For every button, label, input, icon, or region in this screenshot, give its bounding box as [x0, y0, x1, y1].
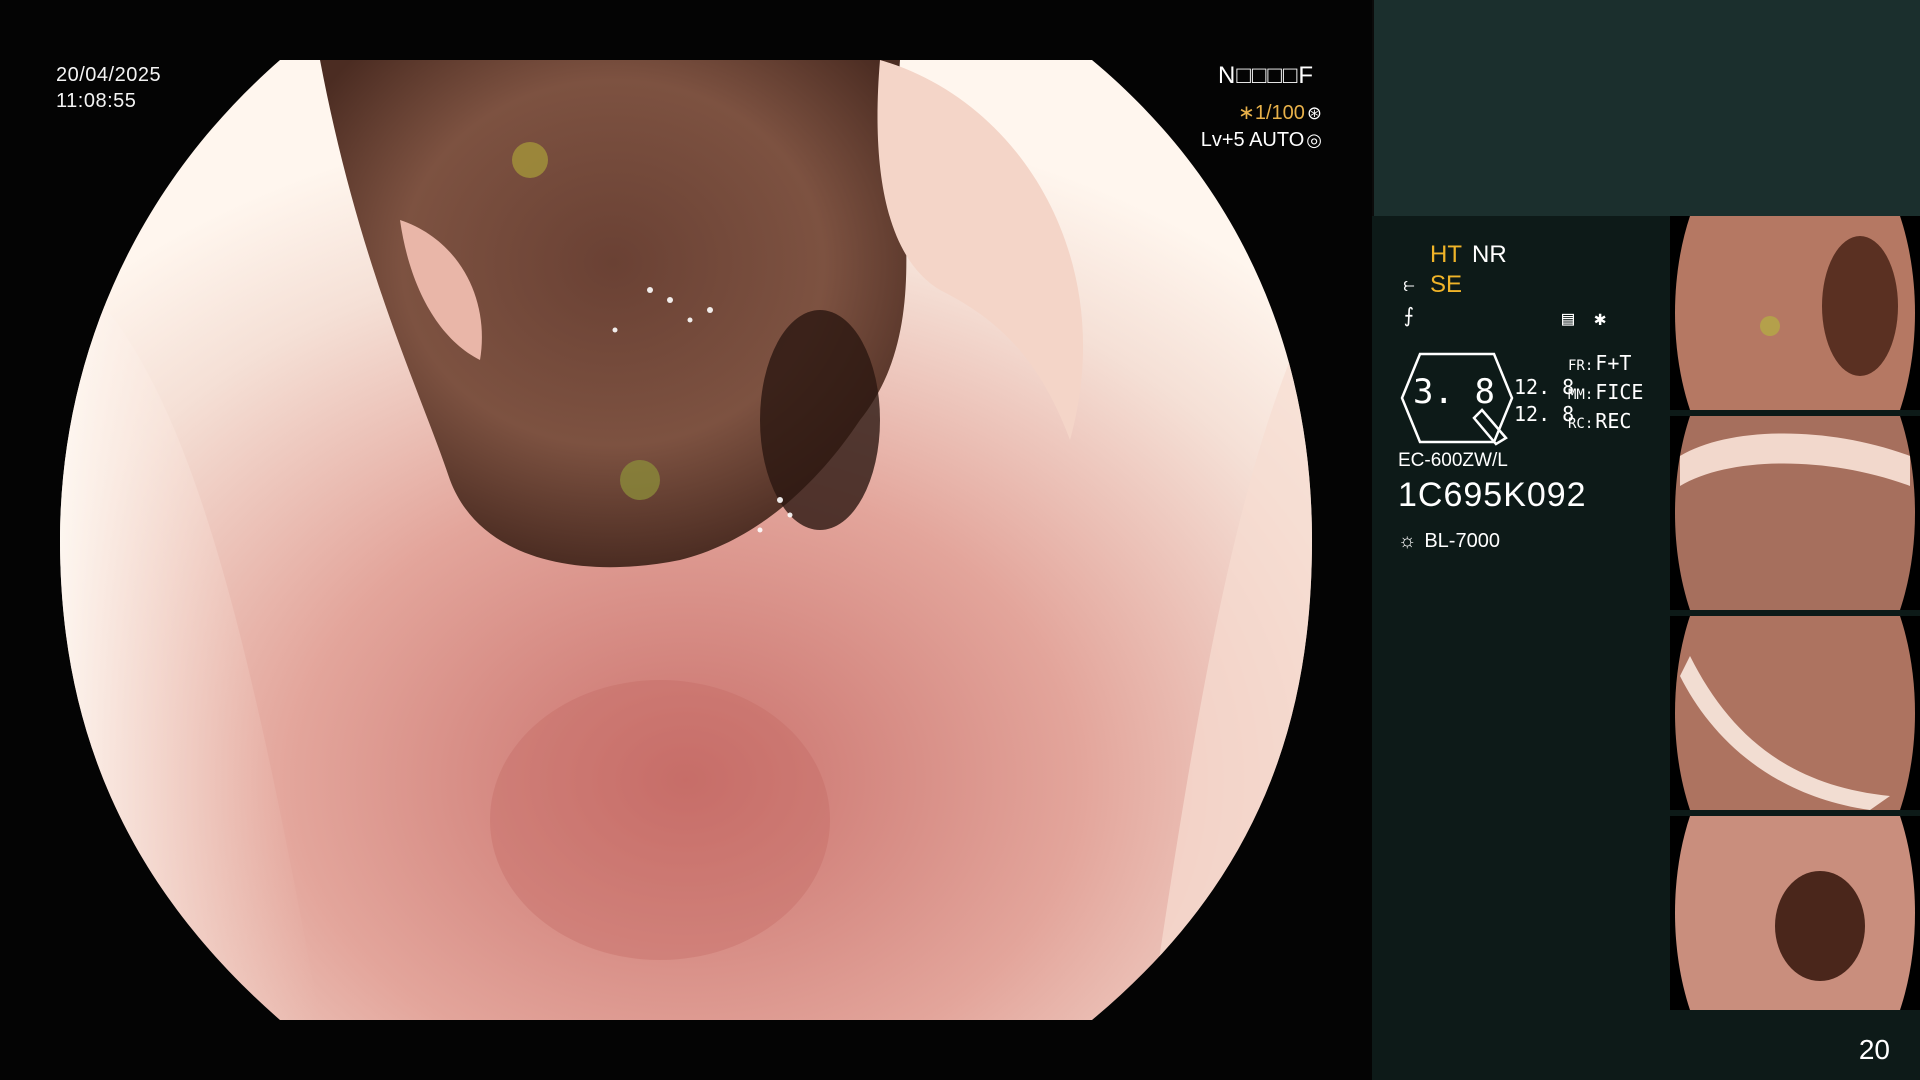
level-readout: Lv+5 AUTO ◎	[1201, 129, 1322, 152]
rc-label: RC:	[1568, 416, 1594, 432]
mm-row: MM: FICE	[1568, 379, 1643, 408]
color-mode-icon: ⨍	[1403, 304, 1415, 327]
mini-value-2: 12. 8	[1514, 402, 1575, 426]
time-text: 11:08:55	[56, 90, 137, 112]
status-icons: ▤ ✱	[1562, 306, 1606, 330]
thumbnail-2[interactable]	[1670, 416, 1920, 610]
mini-values: 12. 8 12. 8	[1514, 374, 1574, 428]
thumbnail-list	[1670, 216, 1920, 1016]
fr-label: FR:	[1568, 358, 1594, 374]
fr-value: F+T	[1595, 351, 1632, 375]
scope-serial: 1C695K092	[1398, 476, 1587, 514]
structure-enhance-icon: ⥼	[1403, 273, 1415, 296]
scope-model: EC-600ZW/L	[1398, 450, 1508, 471]
shutter-value: ∗1/100	[1238, 102, 1305, 124]
mm-value: FICE	[1595, 380, 1644, 404]
light-source-value: BL-7000	[1424, 530, 1500, 552]
capture-settings: N□□□□F ∗1/100 ⊛ Lv+5 AUTO ◎	[1201, 62, 1322, 152]
shutter-readout: ∗1/100 ⊛	[1201, 100, 1322, 125]
panel-header-area	[1372, 0, 1920, 216]
light-source: ☼ BL-7000	[1398, 530, 1500, 553]
light-source-icon: ☼	[1398, 530, 1417, 552]
endoscopic-image	[60, 60, 1312, 1020]
timestamp: 20/04/2025 11:08:55	[56, 62, 161, 114]
date-text: 20/04/2025	[56, 64, 162, 86]
frame-settings: FR: F+T MM: FICE RC: REC	[1568, 350, 1643, 437]
zoom-value: 3. 8	[1413, 372, 1495, 412]
thumbnail-1[interactable]	[1670, 216, 1920, 410]
aperture-icon: ⊛	[1306, 103, 1322, 123]
mode-row-3: ⨍	[1398, 300, 1648, 330]
level-value: Lv+5 AUTO	[1200, 129, 1305, 151]
fr-row: FR: F+T	[1568, 350, 1643, 379]
processing-modes: HT NR ⥼ SE ⨍	[1398, 240, 1648, 330]
memory-icon: ▤	[1562, 306, 1575, 330]
thumbnail-3[interactable]	[1670, 616, 1920, 810]
mode-row-2: ⥼ SE	[1398, 270, 1648, 300]
thumbnail-4[interactable]	[1670, 816, 1920, 1010]
mini-value-1: 12. 8	[1514, 375, 1575, 399]
mm-label: MM:	[1568, 387, 1594, 403]
info-side-panel: HT NR ⥼ SE ⨍ ▤ ✱ 3. 8 12. 8 12. 8 FR: F+T…	[1372, 0, 1920, 1080]
patient-id: N□□□□F	[1218, 62, 1314, 89]
rc-value: REC	[1595, 409, 1632, 433]
rc-row: RC: REC	[1568, 408, 1643, 437]
asterisk-icon: ✱	[1594, 306, 1607, 330]
mode-se: SE	[1430, 271, 1463, 298]
endoscope-main-view: 20/04/2025 11:08:55 N□□□□F ∗1/100 ⊛ Lv+5 …	[0, 0, 1372, 1080]
image-count: 20	[1858, 1034, 1890, 1065]
mode-ht: HT	[1430, 241, 1462, 268]
magnification-block: 3. 8 12. 8 12. 8 FR: F+T MM: FICE RC: REC	[1398, 350, 1678, 446]
iris-icon: ◎	[1306, 130, 1322, 150]
mode-nr: NR	[1472, 241, 1507, 268]
mode-row-1: HT NR	[1398, 240, 1648, 270]
